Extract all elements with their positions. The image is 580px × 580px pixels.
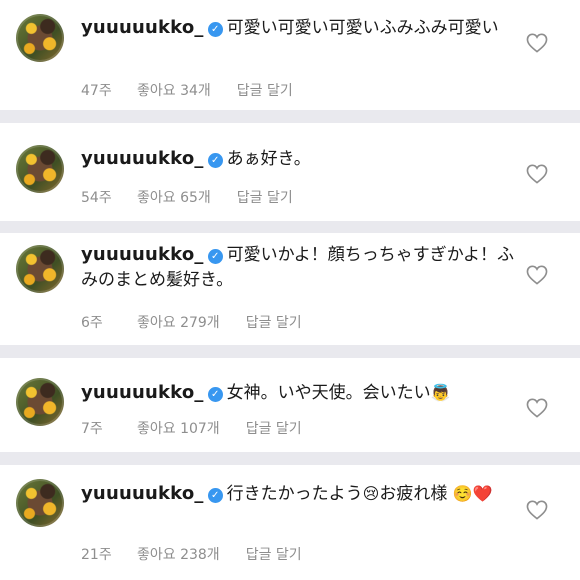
likes-count[interactable]: 좋아요 279개	[137, 312, 220, 332]
heart-outline-icon[interactable]	[526, 398, 548, 418]
comment-meta: 54주 좋아요 65개 답글 달기	[81, 187, 293, 207]
comment-meta: 6주 좋아요 279개 답글 달기	[81, 312, 302, 332]
reply-button[interactable]: 답글 달기	[246, 544, 302, 564]
crying-emoji: 😢	[362, 484, 380, 503]
comment-body: yuuuuukko_ ✓ 女神。いや天使。会いたい👼	[81, 380, 520, 406]
avatar[interactable]	[16, 145, 64, 193]
comment-text: あぁ好き。	[226, 149, 311, 169]
comment-age: 6주	[81, 315, 103, 331]
comment-card: yuuuuukko_ ✓ 女神。いや天使。会いたい👼 7주 좋아요 107개 답글 …	[0, 358, 580, 452]
verified-badge-icon: ✓	[207, 153, 223, 168]
comment-text: 女神。いや天使。会いたい	[226, 383, 431, 403]
verified-badge-icon: ✓	[207, 387, 223, 402]
avatar[interactable]	[16, 245, 64, 293]
reply-button[interactable]: 답글 달기	[246, 418, 302, 438]
reply-button[interactable]: 답글 달기	[237, 187, 293, 207]
likes-count[interactable]: 좋아요 238개	[137, 544, 220, 564]
avatar[interactable]	[16, 14, 64, 62]
comment-meta: 21주 좋아요 238개 답글 달기	[81, 544, 302, 564]
likes-count[interactable]: 좋아요 34개	[137, 80, 211, 100]
comment-card: yuuuuukko_ ✓ 可愛いかよ！顔ちっちゃすぎかよ！ふみのまとめ髪好き。 6주…	[0, 233, 580, 345]
reply-button[interactable]: 답글 달기	[237, 80, 293, 100]
likes-count[interactable]: 좋아요 65개	[137, 187, 211, 207]
heart-outline-icon[interactable]	[526, 500, 548, 520]
comment-meta: 7주 좋아요 107개 답글 달기	[81, 418, 302, 438]
smile-heart-emoji: ☺️❤️	[452, 484, 493, 503]
comment-age: 47주	[81, 83, 112, 99]
username[interactable]: yuuuuukko_	[81, 483, 204, 504]
comment-age: 54주	[81, 190, 112, 206]
avatar[interactable]	[16, 479, 64, 527]
angel-emoji: 👼	[430, 383, 451, 402]
heart-outline-icon[interactable]	[526, 164, 548, 184]
comment-meta: 47주 좋아요 34개 답글 달기	[81, 80, 293, 100]
username[interactable]: yuuuuukko_	[81, 148, 204, 169]
verified-badge-icon: ✓	[207, 249, 223, 264]
avatar[interactable]	[16, 378, 64, 426]
comment-card: yuuuuukko_ ✓ あぁ好き。 54주 좋아요 65개 답글 달기	[0, 123, 580, 221]
username[interactable]: yuuuuukko_	[81, 382, 204, 403]
comment-text: 行きたかったよう	[226, 484, 363, 504]
heart-outline-icon[interactable]	[526, 33, 548, 53]
comment-card: yuuuuukko_ ✓ 行きたかったよう😢お疲れ様 ☺️❤️ 21주 좋아요 23…	[0, 465, 580, 580]
username[interactable]: yuuuuukko_	[81, 244, 204, 265]
comment-body: yuuuuukko_ ✓ あぁ好き。	[81, 146, 520, 172]
likes-count[interactable]: 좋아요 107개	[137, 418, 220, 438]
comment-card: yuuuuukko_ ✓ 可愛い可愛い可愛いふみふみ可愛い 47주 좋아요 34개 …	[0, 0, 580, 110]
username[interactable]: yuuuuukko_	[81, 17, 204, 38]
comment-body: yuuuuukko_ ✓ 可愛い可愛い可愛いふみふみ可愛い	[81, 15, 520, 41]
reply-button[interactable]: 답글 달기	[246, 312, 302, 332]
comment-age: 21주	[81, 547, 112, 563]
comment-body: yuuuuukko_ ✓ 可愛いかよ！顔ちっちゃすぎかよ！ふみのまとめ髪好き。	[81, 242, 520, 293]
comment-age: 7주	[81, 421, 103, 437]
verified-badge-icon: ✓	[207, 22, 223, 37]
comment-text-continued: お疲れ様	[379, 484, 448, 504]
comment-body: yuuuuukko_ ✓ 行きたかったよう😢お疲れ様 ☺️❤️	[81, 481, 520, 507]
verified-badge-icon: ✓	[207, 488, 223, 503]
comment-text: 可愛い可愛い可愛いふみふみ可愛い	[226, 18, 499, 38]
heart-outline-icon[interactable]	[526, 265, 548, 285]
